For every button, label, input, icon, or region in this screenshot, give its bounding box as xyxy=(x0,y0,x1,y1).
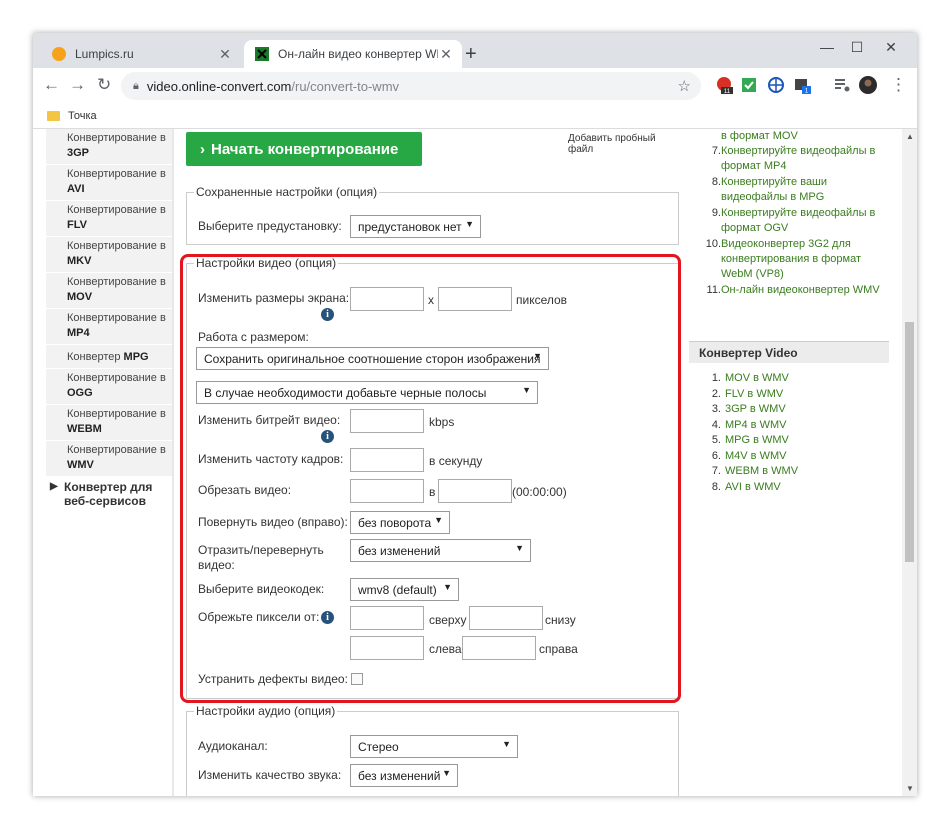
tab-title: Lumpics.ru xyxy=(75,47,134,61)
media-controls-icon[interactable] xyxy=(833,76,851,94)
audio-quality-label: Изменить качество звука: xyxy=(198,768,342,782)
preset-label: Выберите предустановку: xyxy=(198,219,342,233)
list-item[interactable]: 5. MPG в WMV xyxy=(700,434,789,446)
forward-icon[interactable]: → xyxy=(69,75,86,95)
bookmark-tochka[interactable]: Точка xyxy=(68,110,97,122)
back-icon[interactable]: ← xyxy=(43,75,60,95)
left-nav-item[interactable]: Конвертирование в AVI xyxy=(46,165,172,201)
list-item[interactable]: 7. Конвертируйте видеофайлы в формат MP4 xyxy=(700,144,885,172)
converter-video-heading: Конвертер Video xyxy=(689,341,889,363)
bookmark-star-icon[interactable]: ☆ xyxy=(678,77,691,95)
new-tab-icon[interactable]: + xyxy=(465,43,477,66)
list-item[interactable]: 7. WEBM в WMV xyxy=(700,465,798,477)
video-settings-highlight xyxy=(180,254,681,703)
tab-lumpics[interactable]: Lumpics.ru ✕ xyxy=(41,40,241,68)
list-item[interactable]: в формат MOV xyxy=(700,129,885,144)
audio-channel-select[interactable]: Стерео ▼ xyxy=(350,735,518,758)
folder-icon xyxy=(47,111,60,121)
web-page: Конвертирование в 3GP Конвертирование в … xyxy=(33,129,917,796)
reload-icon[interactable]: ↻ xyxy=(97,75,111,95)
extension-globe-icon[interactable] xyxy=(767,76,785,94)
left-nav-item[interactable]: Конвертирование в OGG xyxy=(46,369,172,405)
scrollbar-thumb[interactable] xyxy=(905,322,914,562)
url-path: /ru/convert-to-wmv xyxy=(291,78,400,94)
extension-red-icon[interactable]: 11 xyxy=(715,76,733,94)
menu-kebab-icon[interactable]: ⋮ xyxy=(890,75,907,95)
add-sample-file-link[interactable]: Добавить пробный файл xyxy=(568,133,683,155)
left-nav-item[interactable]: Конвертирование в MOV xyxy=(46,273,172,309)
list-item[interactable]: 4. MP4 в WMV xyxy=(700,419,787,431)
list-item[interactable]: 8. Конвертируйте ваши видеофайлы в MPG xyxy=(700,175,885,203)
list-item[interactable]: 1. MOV в WMV xyxy=(700,372,789,384)
list-item[interactable]: 3. 3GP в WMV xyxy=(700,403,786,415)
extension-badge: 11 xyxy=(724,89,731,94)
left-navigation: Конвертирование в 3GP Конвертирование в … xyxy=(46,129,172,514)
preset-select[interactable]: предустановок нет ▼ xyxy=(350,215,481,238)
tab-strip: Lumpics.ru ✕ Он-лайн видео конвертер WMV… xyxy=(33,33,917,68)
start-conversion-button[interactable]: › Начать конвертирование xyxy=(186,132,422,166)
chevron-right-icon: › xyxy=(200,140,205,158)
popular-conversions-list: в формат MOV 7. Конвертируйте видеофайлы … xyxy=(689,129,889,319)
browser-window: Lumpics.ru ✕ Он-лайн видео конвертер WMV… xyxy=(33,33,917,796)
left-nav-item[interactable]: Конвертирование в FLV xyxy=(46,201,172,237)
scroll-down-icon[interactable]: ▼ xyxy=(906,784,914,793)
audio-channel-label: Аудиоканал: xyxy=(198,739,268,753)
maximize-icon[interactable]: ☐ xyxy=(839,39,875,56)
lumpics-favicon-icon xyxy=(52,47,66,61)
tab-online-convert[interactable]: Он-лайн видео конвертер WMV ✕ xyxy=(244,40,462,68)
list-item[interactable]: 8. AVI в WMV xyxy=(700,481,781,493)
caret-right-icon: ▶ xyxy=(50,481,58,492)
chevron-down-icon: ▼ xyxy=(502,739,511,749)
address-bar[interactable]: 🔒︎ video.online-convert.com/ru/convert-t… xyxy=(121,72,701,100)
audio-quality-select[interactable]: без изменений ▼ xyxy=(350,764,458,787)
extension-box-icon[interactable]: 1 xyxy=(793,76,811,94)
chevron-down-icon: ▼ xyxy=(442,768,451,778)
saved-settings-legend: Сохраненные настройки (опция) xyxy=(196,185,378,199)
left-nav-folder-web-services[interactable]: ▶ Конвертер для веб-сервисов xyxy=(46,477,172,514)
chevron-down-icon: ▼ xyxy=(465,219,474,229)
left-nav-item[interactable]: Конвертер MPG xyxy=(46,345,172,369)
list-item[interactable]: 2. FLV в WMV xyxy=(700,388,783,400)
list-item[interactable]: 9. Конвертируйте видеофайлы в формат OGV xyxy=(700,206,885,234)
page-scrollbar[interactable]: ▲ ▼ xyxy=(902,129,917,796)
list-item[interactable]: 6. M4V в WMV xyxy=(700,450,787,462)
close-tab-icon[interactable]: ✕ xyxy=(217,46,233,63)
online-convert-favicon-icon xyxy=(255,47,269,61)
lock-icon: 🔒︎ xyxy=(133,79,139,92)
left-nav-item[interactable]: Конвертирование в WEBM xyxy=(46,405,172,441)
left-nav-scrollbar[interactable] xyxy=(172,129,174,796)
bookmarks-bar: Точка xyxy=(33,104,917,129)
close-tab-icon[interactable]: ✕ xyxy=(438,46,454,63)
left-nav-item[interactable]: Конвертирование в WMV xyxy=(46,441,172,477)
tab-title: Он-лайн видео конвертер WMV xyxy=(278,47,438,61)
left-nav-item[interactable]: Конвертирование в MP4 xyxy=(46,309,172,345)
scroll-up-icon[interactable]: ▲ xyxy=(906,132,914,141)
url-host: video.online-convert.com xyxy=(146,78,292,94)
list-item[interactable]: 11. Он-лайн видеоконвертер WMV xyxy=(700,283,885,298)
close-window-icon[interactable]: ✕ xyxy=(873,39,909,56)
browser-toolbar: ← → ↻ 🔒︎ video.online-convert.com/ru/con… xyxy=(33,68,917,104)
audio-settings-legend: Настройки аудио (опция) xyxy=(196,704,336,718)
left-nav-item[interactable]: Конвертирование в 3GP xyxy=(46,129,172,165)
list-item[interactable]: 10. Видеоконвертер 3G2 для конвертировани… xyxy=(700,237,885,280)
profile-avatar[interactable] xyxy=(859,76,877,94)
left-nav-item[interactable]: Конвертирование в MKV xyxy=(46,237,172,273)
extension-check-icon[interactable] xyxy=(740,76,758,94)
